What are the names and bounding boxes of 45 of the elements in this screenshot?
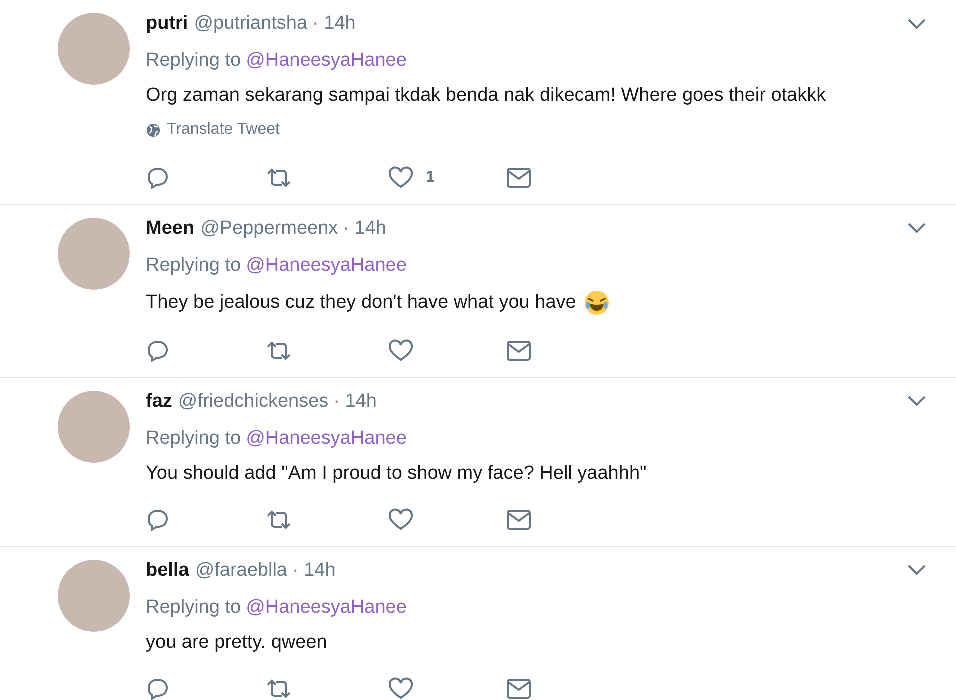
mention-link[interactable]: @HaneesyaHanee (246, 428, 407, 448)
mail-icon[interactable] (507, 678, 531, 698)
user-handle[interactable]: @friedchickenses (178, 390, 329, 412)
tweet-time[interactable]: · 14h (343, 218, 386, 240)
chevron-down-icon[interactable] (908, 396, 926, 407)
translate-link[interactable]: Translate Tweet (146, 121, 280, 139)
mention-link[interactable]: @HaneesyaHanee (246, 254, 407, 276)
replying-label: Replying to (146, 254, 242, 276)
user-handle[interactable]: @faraeblla (195, 560, 288, 582)
chevron-down-icon[interactable] (908, 223, 926, 234)
replying-label: Replying to (146, 596, 242, 618)
heart-icon[interactable] (388, 166, 414, 190)
tweet-text: you are pretty. qween (146, 632, 328, 654)
chevron-down-icon[interactable] (908, 565, 926, 576)
mail-icon[interactable] (507, 510, 531, 530)
tweet-text: Org zaman sekarang sampai tkdak benda nak dikecam! Where goes their otakkk (146, 85, 826, 107)
tweet-time[interactable]: · 14h (312, 13, 356, 35)
mention-link[interactable]: @HaneesyaHanee (246, 596, 407, 618)
reply-icon[interactable] (146, 338, 170, 362)
replying-label: Replying to (146, 50, 242, 71)
chevron-down-icon[interactable] (908, 18, 926, 30)
reply-icon[interactable] (146, 508, 170, 532)
tweet-text: They be jealous cuz they don't have what you have (146, 292, 576, 314)
replying-label: Replying to (146, 428, 242, 448)
heart-icon[interactable] (388, 508, 414, 532)
laughing-emoji-icon (584, 290, 610, 316)
mail-icon[interactable] (507, 340, 531, 360)
user-name[interactable]: putri (146, 13, 188, 35)
tweet-text: You should add "Am I proud to show my face? Hell yaahhh" (146, 462, 647, 484)
translate-label[interactable]: Translate Tweet (167, 121, 280, 139)
tweet-time[interactable]: · 14h (292, 560, 336, 582)
mail-icon[interactable] (507, 168, 531, 188)
user-name[interactable]: Meen (146, 218, 195, 240)
reply-icon[interactable] (146, 166, 170, 190)
heart-icon[interactable] (388, 676, 414, 700)
user-handle[interactable]: @Peppermeenx (200, 218, 338, 240)
user-name[interactable]: bella (146, 560, 190, 582)
user-handle[interactable]: @putriantsha (194, 13, 308, 35)
user-name[interactable]: faz (146, 390, 172, 412)
globe-icon (146, 122, 161, 138)
tweet-time[interactable]: · 14h (334, 390, 377, 412)
mention-link[interactable]: @HaneesyaHanee (246, 50, 407, 71)
reply-icon[interactable] (146, 676, 170, 700)
heart-icon[interactable] (388, 338, 414, 362)
like-count: 1 (426, 168, 435, 186)
